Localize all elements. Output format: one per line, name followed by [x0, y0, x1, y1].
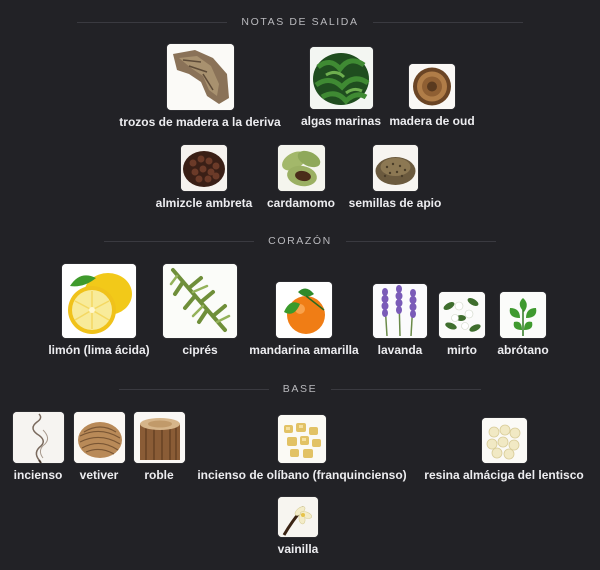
note-label: algas marinas: [300, 114, 382, 128]
note-label: mirto: [447, 343, 477, 357]
note-label: ciprés: [182, 343, 218, 357]
divider: [345, 240, 496, 242]
note-lavender[interactable]: lavanda: [365, 284, 435, 357]
note-oud-wood[interactable]: madera de oud: [382, 64, 482, 128]
cardamom-icon: [277, 145, 325, 191]
section-header-heart-notes: CORAZÓN: [0, 233, 600, 249]
section-title: CORAZÓN: [268, 235, 332, 247]
lavender-icon: [373, 284, 427, 338]
note-label: madera de oud: [389, 114, 475, 128]
note-label: limón (lima ácida): [48, 343, 150, 357]
celery-seeds-icon: [372, 145, 418, 191]
note-label: vainilla: [277, 542, 319, 556]
note-lemon[interactable]: limón (lima ácida): [40, 264, 158, 357]
mastic-resin-icon: [481, 418, 527, 463]
section-title: BASE: [282, 383, 318, 395]
note-label: semillas de apio: [348, 196, 442, 210]
note-label: almizcle ambreta: [155, 196, 253, 210]
note-mastic[interactable]: resina almáciga del lentisco: [420, 418, 588, 482]
note-vetiver[interactable]: vetiver: [69, 412, 129, 482]
note-label: trozos de madera a la deriva: [119, 115, 281, 129]
note-driftwood[interactable]: trozos de madera a la deriva: [115, 44, 285, 129]
note-label: abrótano: [497, 343, 549, 357]
vetiver-roots-icon: [73, 412, 125, 463]
note-cardamom[interactable]: cardamomo: [256, 145, 346, 210]
note-celery-seeds[interactable]: semillas de apio: [337, 145, 453, 210]
divider: [372, 21, 523, 23]
divider: [118, 388, 269, 390]
note-mandarin[interactable]: mandarina amarilla: [244, 282, 364, 357]
myrtle-icon: [439, 292, 485, 338]
note-label: vetiver: [79, 468, 119, 482]
mandarin-icon: [276, 282, 332, 338]
section-header-top-notes: NOTAS DE SALIDA: [0, 14, 600, 30]
ambrette-seeds-icon: [181, 145, 227, 191]
note-ambrette[interactable]: almizcle ambreta: [145, 145, 263, 210]
note-label: cardamomo: [266, 196, 336, 210]
oak-log-icon: [133, 412, 185, 463]
divider: [104, 240, 255, 242]
seaweed-icon: [309, 47, 373, 109]
incense-smoke-icon: [12, 412, 64, 463]
southernwood-icon: [500, 292, 546, 338]
oud-wood-icon: [409, 64, 455, 109]
vanilla-flower-icon: [278, 497, 318, 537]
note-label: mandarina amarilla: [249, 343, 359, 357]
note-label: lavanda: [377, 343, 423, 357]
note-label: incienso: [13, 468, 63, 482]
note-incense[interactable]: incienso: [4, 412, 72, 482]
note-cypress[interactable]: ciprés: [158, 264, 242, 357]
section-title: NOTAS DE SALIDA: [241, 16, 359, 28]
section-header-base-notes: BASE: [0, 381, 600, 397]
divider: [77, 21, 228, 23]
note-seaweed[interactable]: algas marinas: [291, 47, 391, 128]
note-oak[interactable]: roble: [131, 412, 187, 482]
olibanum-resin-icon: [278, 415, 326, 463]
note-label: roble: [144, 468, 174, 482]
note-label: resina almáciga del lentisco: [424, 468, 584, 482]
note-label: incienso de olíbano (franquincienso): [197, 468, 407, 482]
divider: [331, 388, 482, 390]
driftwood-icon: [166, 44, 234, 110]
note-vanilla[interactable]: vainilla: [263, 497, 333, 556]
lemon-icon: [62, 264, 136, 338]
note-olibanum[interactable]: incienso de olíbano (franquincienso): [193, 415, 411, 482]
note-southernwood[interactable]: abrótano: [487, 292, 559, 357]
cypress-icon: [163, 264, 237, 338]
